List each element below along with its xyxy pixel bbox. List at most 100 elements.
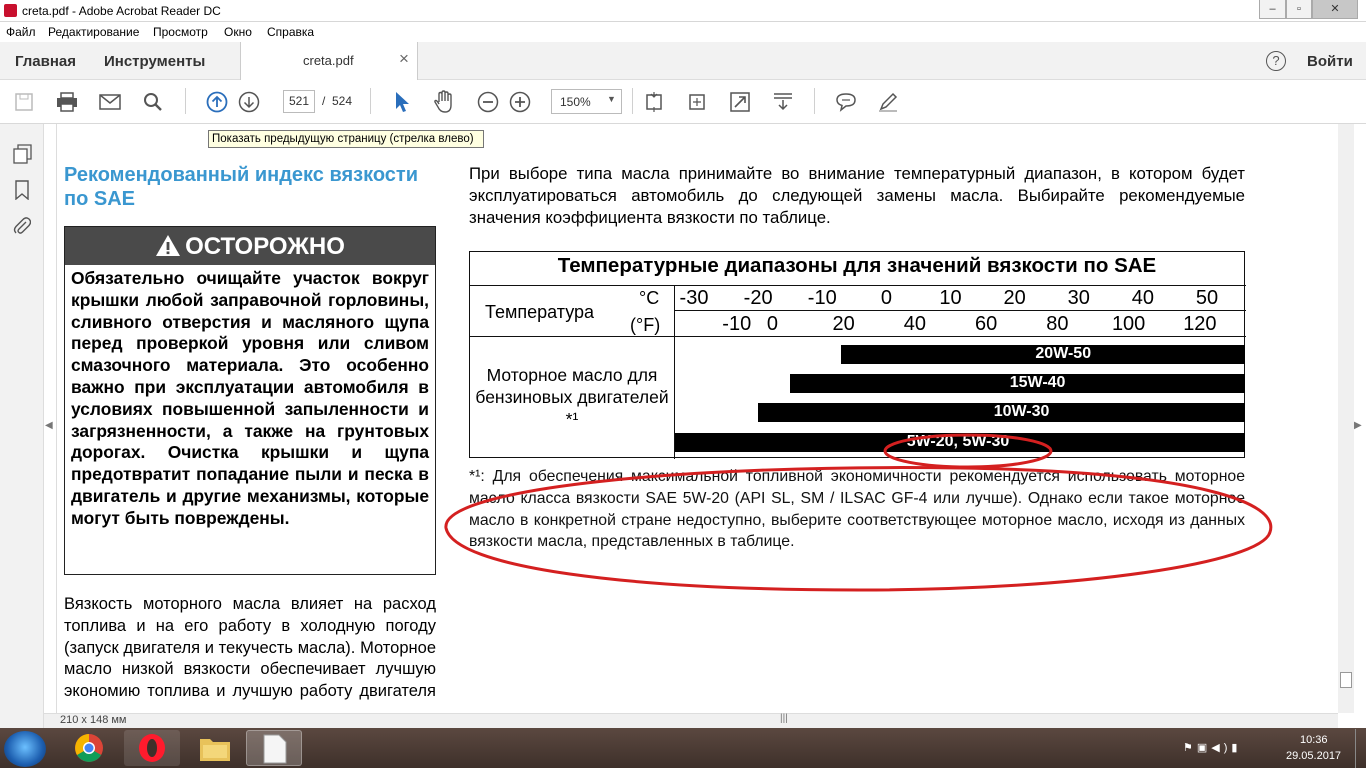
full-width-icon[interactable]: [685, 90, 709, 114]
table-rule: [470, 336, 1246, 337]
print-icon[interactable]: [55, 90, 79, 114]
minimize-button[interactable]: –: [1259, 0, 1286, 19]
opera-taskbar-item[interactable]: [124, 730, 180, 766]
highlight-pen-icon[interactable]: [876, 90, 900, 114]
page-thumbnails-icon[interactable]: [13, 144, 33, 169]
tab-tools[interactable]: Инструменты: [104, 53, 205, 70]
menu-view[interactable]: Просмотр: [153, 25, 208, 39]
explorer-taskbar-item[interactable]: [187, 730, 243, 766]
fahrenheit-unit-label: (°F): [630, 315, 661, 335]
left-nav-panel: [0, 124, 44, 728]
toolbar-separator: [632, 88, 633, 114]
red-annotation-ellipses: [444, 433, 1273, 592]
maximize-button[interactable]: ▫: [1286, 0, 1312, 19]
table-rule: [470, 285, 1246, 286]
close-tab-icon[interactable]: ×: [399, 49, 409, 69]
horizontal-scrollbar[interactable]: 210 x 148 мм |||: [44, 713, 1338, 728]
body-paragraph: Вязкость моторного масла влияет на расхо…: [64, 595, 436, 707]
viscosity-table: Температурные диапазоны для значений вяз…: [469, 251, 1246, 459]
hand-tool-icon[interactable]: [432, 90, 456, 114]
signin-button[interactable]: Войти: [1307, 53, 1353, 70]
annotation-ellipse-small: [883, 433, 1053, 469]
document-icon: [263, 734, 287, 764]
search-icon[interactable]: [141, 90, 165, 114]
celsius-tick: -30: [679, 287, 709, 309]
collapse-left-panel-icon[interactable]: ◀: [45, 420, 53, 431]
document-tab-label: creta.pdf: [303, 53, 354, 68]
chevron-down-icon: ▼: [607, 94, 616, 104]
previous-page-icon[interactable]: [205, 90, 229, 114]
system-tray-icons[interactable]: ⚑▣◀)▮: [1183, 741, 1257, 757]
acrobat-app-icon: [4, 4, 17, 17]
tab-document[interactable]: creta.pdf ×: [240, 42, 418, 80]
celsius-unit-label: °C: [639, 288, 660, 308]
warning-box: ОСТОРОЖНО Обязательно очищайте участок в…: [64, 226, 436, 575]
vertical-scroll-thumb[interactable]: [1340, 672, 1352, 688]
viscosity-bar-label: 20W-50: [1035, 345, 1092, 362]
help-icon[interactable]: ?: [1266, 51, 1286, 71]
page-separator: /: [322, 94, 326, 108]
menu-file[interactable]: Файл: [6, 25, 36, 39]
tab-home[interactable]: Главная: [15, 53, 76, 70]
intro-paragraph: При выборе типа масла принимайте во вним…: [469, 164, 1245, 227]
email-icon[interactable]: [98, 90, 122, 114]
collapse-right-panel-icon[interactable]: ▶: [1354, 420, 1362, 431]
close-button[interactable]: ✕: [1312, 0, 1358, 19]
bookmark-icon[interactable]: [15, 180, 29, 205]
scroll-grip[interactable]: |||: [780, 713, 788, 724]
page-size-label: 210 x 148 мм: [60, 714, 127, 726]
viscosity-bar-label: 15W-40: [1009, 374, 1066, 391]
menu-edit[interactable]: Редактирование: [48, 25, 139, 39]
scroll-mode-icon[interactable]: [771, 90, 795, 114]
next-page-icon[interactable]: [237, 90, 261, 114]
tooltip: Показать предыдущую страницу (стрелка вл…: [208, 130, 484, 148]
toolbar-separator: [185, 88, 186, 114]
fahrenheit-tick: 100: [1111, 313, 1146, 335]
page-number-input[interactable]: 521: [283, 90, 315, 113]
fahrenheit-tick: 80: [1046, 313, 1069, 335]
warning-title: ОСТОРОЖНО: [185, 233, 345, 260]
save-icon[interactable]: [12, 90, 36, 114]
acrobat-taskbar-item[interactable]: [246, 730, 302, 766]
clock-date[interactable]: 29.05.2017: [1286, 750, 1341, 762]
celsius-tick: 40: [1131, 287, 1154, 309]
clock-time[interactable]: 10:36: [1300, 734, 1328, 746]
warning-text: Обязательно очищайте участок вокруг крыш…: [71, 268, 429, 528]
menu-help[interactable]: Справка: [267, 25, 314, 39]
show-desktop-button[interactable]: [1355, 729, 1366, 768]
comment-icon[interactable]: [834, 90, 858, 114]
fullscreen-icon[interactable]: [728, 90, 752, 114]
chrome-taskbar-item[interactable]: [61, 730, 117, 766]
warning-triangle-icon: [156, 235, 181, 256]
warning-header: ОСТОРОЖНО: [65, 227, 435, 265]
toolbar-separator: [370, 88, 371, 114]
vertical-scrollbar[interactable]: [1338, 124, 1354, 713]
table-rule: [674, 310, 1246, 311]
chrome-icon: [75, 734, 103, 762]
celsius-tick: -10: [807, 287, 837, 309]
zoom-value: 150%: [560, 95, 591, 109]
fahrenheit-tick: 120: [1183, 313, 1217, 335]
celsius-tick: 0: [880, 287, 892, 309]
fahrenheit-tick: 40: [903, 313, 926, 335]
page-heading: Рекомендованный индекс вяз­кости по SAE: [64, 164, 418, 210]
menu-bar: Файл Редактирование Просмотр Окно Справк…: [0, 22, 1366, 42]
page-total: 524: [332, 94, 353, 108]
tab-bar: Главная Инструменты ? Войти: [0, 42, 1366, 80]
title-bar: creta.pdf - Adobe Acrobat Reader DC – ▫ …: [0, 0, 1366, 22]
zoom-out-icon[interactable]: [476, 90, 500, 114]
fit-page-icon[interactable]: [642, 90, 666, 114]
fahrenheit-tick: 60: [975, 313, 998, 335]
menu-window[interactable]: Окно: [224, 25, 252, 39]
fahrenheit-tick: 0: [766, 313, 778, 335]
oil-row-label: Моторное масло для бензиновых двигате­ле…: [475, 365, 669, 429]
start-button[interactable]: [4, 731, 46, 767]
fahrenheit-tick: 20: [832, 313, 855, 335]
viscosity-bar-label: 10W-30: [993, 403, 1050, 420]
zoom-in-icon[interactable]: [508, 90, 532, 114]
zoom-select[interactable]: 150% ▼: [551, 89, 622, 114]
celsius-tick: 30: [1067, 287, 1090, 309]
attachment-icon[interactable]: [13, 216, 32, 241]
select-cursor-icon[interactable]: [390, 90, 414, 114]
annotation-ellipse-large: [444, 466, 1273, 592]
